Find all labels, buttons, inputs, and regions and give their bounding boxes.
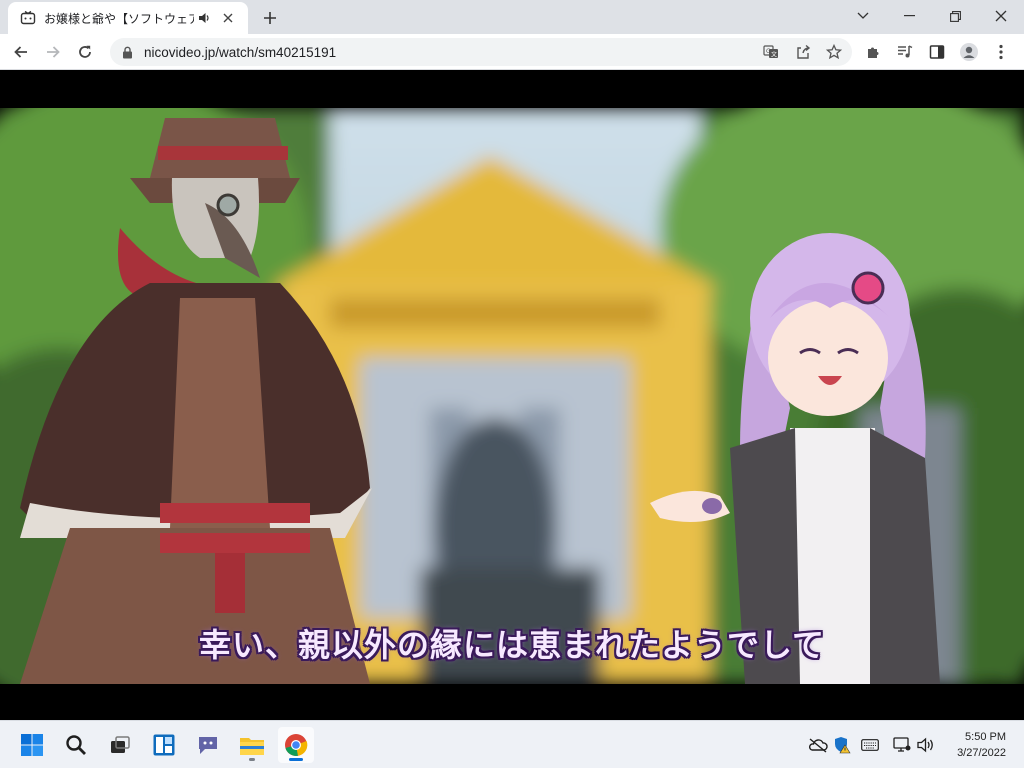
volume-icon[interactable] (916, 735, 936, 755)
search-icon[interactable] (58, 727, 94, 763)
close-tab-icon[interactable] (218, 8, 238, 28)
video-frame[interactable]: 幸い、親以外の縁には恵まれたようでして (0, 108, 1024, 684)
video-player[interactable]: 幸い、親以外の縁には恵まれたようでして (0, 71, 1024, 720)
clock-date: 3/27/2022 (957, 747, 1006, 759)
new-tab-button[interactable] (258, 6, 282, 30)
lock-icon[interactable] (120, 45, 134, 59)
browser-titlebar: お嬢様と爺や【ソフトウェアトーク劇場】 (0, 0, 1024, 34)
running-indicator (249, 758, 255, 761)
forward-button[interactable] (38, 37, 68, 67)
chrome-icon[interactable] (278, 727, 314, 763)
windows-start-icon[interactable] (14, 727, 50, 763)
share-icon[interactable] (792, 41, 814, 63)
address-bar[interactable]: nicovideo.jp/watch/sm40215191 G文 (110, 38, 852, 66)
tab-title: お嬢様と爺や【ソフトウェアトーク劇場】 (44, 11, 194, 26)
active-indicator (289, 758, 303, 761)
speaker-icon[interactable] (196, 10, 212, 26)
media-control-icon[interactable] (890, 37, 920, 67)
task-view-icon[interactable] (102, 727, 138, 763)
teams-chat-icon[interactable] (190, 727, 226, 763)
profile-avatar-icon[interactable] (954, 37, 984, 67)
security-shield-warning-icon[interactable] (832, 735, 852, 755)
restore-button[interactable] (932, 0, 978, 32)
network-icon[interactable] (892, 735, 912, 755)
svg-text:文: 文 (771, 51, 777, 59)
tab-search-chevron-icon[interactable] (840, 0, 886, 32)
extensions-puzzle-icon[interactable] (858, 37, 888, 67)
video-subtitle: 幸い、親以外の縁には恵まれたようでして (198, 626, 826, 664)
back-button[interactable] (6, 37, 36, 67)
side-panel-icon[interactable] (922, 37, 952, 67)
minimize-button[interactable] (886, 0, 932, 32)
file-explorer-icon[interactable] (234, 727, 270, 763)
video-scene (0, 108, 1024, 684)
clock-time: 5:50 PM (965, 731, 1006, 743)
keyboard-icon[interactable] (860, 735, 880, 755)
nicovideo-tv-icon (20, 10, 36, 26)
onedrive-offline-icon[interactable] (808, 735, 828, 755)
browser-tab[interactable]: お嬢様と爺や【ソフトウェアトーク劇場】 (8, 2, 248, 34)
taskbar-clock[interactable]: 5:50 PM 3/27/2022 (957, 729, 1006, 761)
windows-taskbar: 5:50 PM 3/27/2022 (0, 720, 1024, 768)
widgets-icon[interactable] (146, 727, 182, 763)
reload-button[interactable] (70, 37, 100, 67)
menu-kebab-icon[interactable] (986, 37, 1016, 67)
bookmark-star-icon[interactable] (823, 41, 845, 63)
browser-toolbar: nicovideo.jp/watch/sm40215191 G文 (0, 34, 1024, 70)
close-window-button[interactable] (978, 0, 1024, 32)
url-text[interactable]: nicovideo.jp/watch/sm40215191 (144, 45, 336, 60)
translate-icon[interactable]: G文 (760, 41, 782, 63)
